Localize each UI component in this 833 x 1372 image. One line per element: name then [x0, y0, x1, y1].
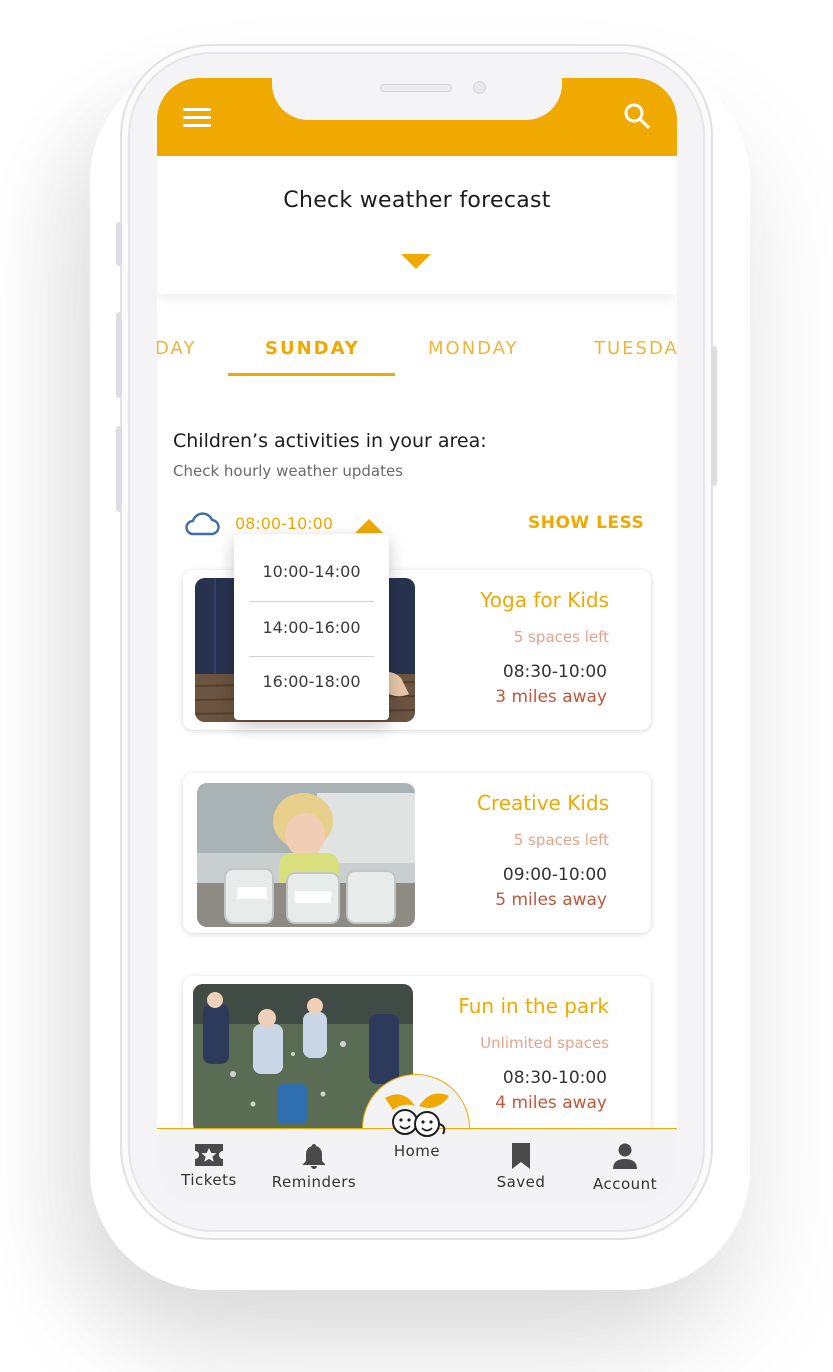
time-slot-select[interactable]: 08:00-10:00: [235, 514, 333, 533]
section-subtitle: Check hourly weather updates: [173, 462, 403, 480]
front-camera: [473, 81, 486, 94]
time-option[interactable]: 14:00-16:00: [234, 618, 389, 637]
activity-time: 08:30-10:00: [502, 1068, 607, 1088]
activity-distance: 4 miles away: [495, 1093, 607, 1113]
activity-distance: 3 miles away: [495, 687, 607, 707]
activity-name: Creative Kids: [477, 791, 609, 815]
activity-spaces: 5 spaces left: [513, 628, 609, 646]
day-tabs: DAY SUNDAY MONDAY TUESDA: [157, 328, 677, 378]
activity-time: 08:30-10:00: [502, 662, 607, 682]
tab-tuesday[interactable]: TUESDA: [594, 338, 677, 359]
nav-saved[interactable]: Saved: [490, 1142, 552, 1191]
weather-forecast-panel[interactable]: [157, 156, 677, 294]
time-option[interactable]: 10:00-14:00: [234, 562, 389, 581]
caret-up-icon[interactable]: [355, 519, 383, 533]
dropdown-divider: [249, 656, 374, 657]
bell-icon: [303, 1144, 325, 1169]
speaker-grille: [380, 84, 452, 92]
show-less-button[interactable]: SHOW LESS: [528, 513, 644, 533]
cloud-icon: [185, 512, 220, 536]
activity-name: Fun in the park: [458, 994, 609, 1018]
expand-arrow-icon[interactable]: [401, 254, 431, 269]
weather-forecast-title[interactable]: Check weather forecast: [157, 188, 677, 213]
activity-spaces: 5 spaces left: [513, 831, 609, 849]
tab-monday[interactable]: MONDAY: [428, 338, 519, 359]
nav-reminders[interactable]: Reminders: [267, 1142, 361, 1191]
hamburger-menu-icon[interactable]: [183, 106, 211, 128]
nav-account-label: Account: [592, 1175, 658, 1193]
tab-sunday[interactable]: SUNDAY: [265, 338, 360, 359]
active-tab-indicator: [228, 373, 395, 376]
phone-notch: [272, 78, 562, 120]
phone-power-button: [711, 346, 717, 486]
bookmark-icon: [512, 1143, 530, 1169]
activity-spaces: Unlimited spaces: [480, 1034, 609, 1052]
nav-tickets[interactable]: Tickets: [179, 1142, 239, 1189]
nav-saved-label: Saved: [496, 1173, 546, 1191]
time-slot-dropdown: 10:00-14:00 14:00-16:00 16:00-18:00: [234, 534, 389, 720]
activity-image-creative: [197, 783, 415, 927]
nav-home-label[interactable]: Home: [367, 1142, 467, 1160]
ticket-icon: [195, 1144, 223, 1166]
phone-volume-up: [116, 312, 122, 398]
phone-volume-down: [116, 426, 122, 512]
phone-mute-switch: [116, 222, 122, 266]
nav-tickets-label: Tickets: [181, 1171, 237, 1189]
nav-reminders-label: Reminders: [271, 1173, 357, 1191]
time-option[interactable]: 16:00-18:00: [234, 672, 389, 691]
tab-day-partial[interactable]: DAY: [157, 338, 196, 359]
activity-time: 09:00-10:00: [502, 865, 607, 885]
user-icon: [613, 1143, 637, 1169]
activity-distance: 5 miles away: [495, 890, 607, 910]
home-logo-icon[interactable]: [379, 1084, 455, 1146]
app-screen: Check weather forecast DAY SUNDAY MONDAY…: [157, 78, 677, 1206]
section-title: Children’s activities in your area:: [173, 430, 487, 452]
app-header: [157, 78, 677, 156]
activity-name: Yoga for Kids: [480, 588, 609, 612]
nav-account[interactable]: Account: [589, 1142, 661, 1193]
search-icon[interactable]: [623, 102, 651, 130]
activity-card[interactable]: Creative Kids 5 spaces left 09:00-10:00 …: [183, 773, 651, 933]
dropdown-divider: [249, 601, 374, 602]
